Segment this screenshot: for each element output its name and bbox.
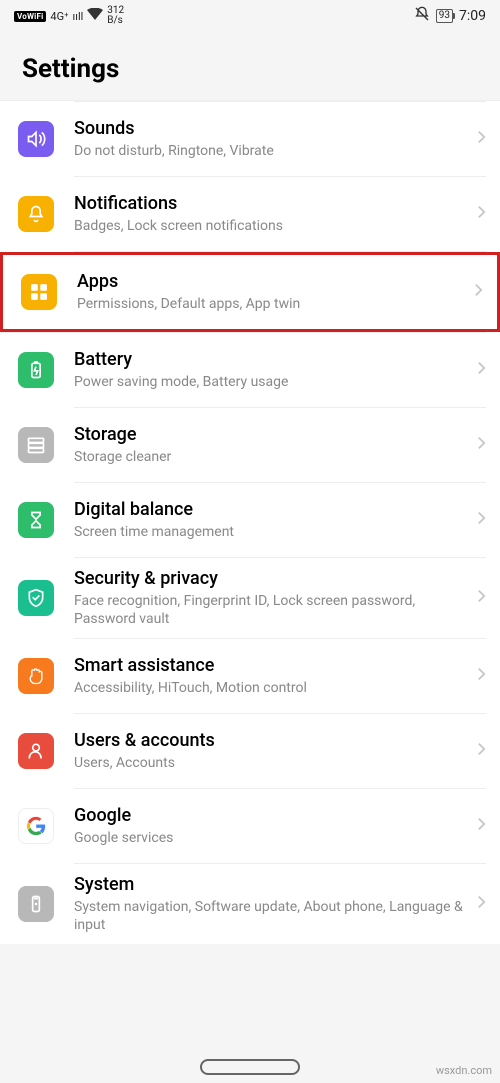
battery-icon — [18, 352, 54, 388]
signal-icon: ııll — [73, 10, 84, 23]
row-title: Apps — [77, 271, 466, 293]
chevron-right-icon — [477, 816, 486, 836]
vowifi-badge: VoWiFi — [14, 11, 46, 22]
row-title: Users & accounts — [74, 730, 469, 752]
row-text: Security & privacy Face recognition, Fin… — [74, 568, 477, 628]
clock: 7:09 — [459, 8, 486, 24]
row-text: Google Google services — [74, 805, 477, 847]
row-subtitle: Do not disturb, Ringtone, Vibrate — [74, 142, 469, 160]
nav-pill-icon[interactable] — [200, 1059, 300, 1075]
settings-row-users[interactable]: Users & accounts Users, Accounts — [0, 714, 500, 788]
row-title: System — [74, 874, 469, 896]
row-text: Apps Permissions, Default apps, App twin — [77, 271, 474, 313]
chevron-right-icon — [477, 588, 486, 608]
settings-row-notifications[interactable]: Notifications Badges, Lock screen notifi… — [0, 177, 500, 251]
row-title: Security & privacy — [74, 568, 469, 590]
row-title: Google — [74, 805, 469, 827]
row-title: Smart assistance — [74, 655, 469, 677]
chevron-right-icon — [474, 282, 483, 302]
row-text: Battery Power saving mode, Battery usage — [74, 349, 477, 391]
chevron-right-icon — [477, 894, 486, 914]
row-subtitle: Storage cleaner — [74, 448, 469, 466]
row-subtitle: Power saving mode, Battery usage — [74, 373, 469, 391]
chevron-right-icon — [477, 435, 486, 455]
watermark: wsxdn.com — [436, 1064, 492, 1077]
row-subtitle: Permissions, Default apps, App twin — [77, 295, 466, 313]
network-type: 4G⁺ — [50, 10, 68, 23]
storage-icon — [18, 427, 54, 463]
page-title: Settings — [0, 32, 500, 101]
chevron-right-icon — [477, 666, 486, 686]
hourglass-icon — [18, 502, 54, 538]
chevron-right-icon — [477, 129, 486, 149]
settings-row-system[interactable]: System System navigation, Software updat… — [0, 864, 500, 944]
row-subtitle: Screen time management — [74, 523, 469, 541]
settings-row-security[interactable]: Security & privacy Face recognition, Fin… — [0, 558, 500, 638]
sound-icon — [18, 121, 54, 157]
row-title: Digital balance — [74, 499, 469, 521]
net-speed: 312B/s — [107, 6, 124, 26]
row-title: Sounds — [74, 118, 469, 140]
settings-row-google[interactable]: Google Google services — [0, 789, 500, 863]
settings-row-apps[interactable]: Apps Permissions, Default apps, App twin — [3, 255, 497, 329]
row-subtitle: Google services — [74, 829, 469, 847]
row-subtitle: Accessibility, HiTouch, Motion control — [74, 679, 469, 697]
row-text: Users & accounts Users, Accounts — [74, 730, 477, 772]
row-text: System System navigation, Software updat… — [74, 874, 477, 934]
row-title: Notifications — [74, 193, 469, 215]
chevron-right-icon — [477, 510, 486, 530]
row-text: Smart assistance Accessibility, HiTouch,… — [74, 655, 477, 697]
settings-row-storage[interactable]: Storage Storage cleaner — [0, 408, 500, 482]
status-right: 93 7:09 — [414, 6, 486, 26]
user-icon — [18, 733, 54, 769]
highlighted-row: Apps Permissions, Default apps, App twin — [0, 252, 500, 332]
settings-list: Sounds Do not disturb, Ringtone, Vibrate… — [0, 101, 500, 944]
settings-row-smart-assistance[interactable]: Smart assistance Accessibility, HiTouch,… — [0, 639, 500, 713]
row-subtitle: Users, Accounts — [74, 754, 469, 772]
settings-row-sounds[interactable]: Sounds Do not disturb, Ringtone, Vibrate — [0, 102, 500, 176]
chevron-right-icon — [477, 204, 486, 224]
row-text: Sounds Do not disturb, Ringtone, Vibrate — [74, 118, 477, 160]
row-title: Storage — [74, 424, 469, 446]
mute-icon — [414, 6, 430, 26]
settings-row-digital-balance[interactable]: Digital balance Screen time management — [0, 483, 500, 557]
row-text: Digital balance Screen time management — [74, 499, 477, 541]
status-left: VoWiFi 4G⁺ ııll 312B/s — [14, 6, 124, 26]
bell-icon — [18, 196, 54, 232]
shield-icon — [18, 580, 54, 616]
settings-row-battery[interactable]: Battery Power saving mode, Battery usage — [0, 333, 500, 407]
google-icon — [18, 808, 54, 844]
row-subtitle: Badges, Lock screen notifications — [74, 217, 469, 235]
navigation-bar — [0, 1059, 500, 1075]
status-bar: VoWiFi 4G⁺ ııll 312B/s 93 7:09 — [0, 0, 500, 32]
chevron-right-icon — [477, 741, 486, 761]
battery-level: 93 — [436, 9, 453, 23]
row-text: Storage Storage cleaner — [74, 424, 477, 466]
wifi-icon — [87, 8, 103, 24]
row-text: Notifications Badges, Lock screen notifi… — [74, 193, 477, 235]
row-subtitle: Face recognition, Fingerprint ID, Lock s… — [74, 592, 469, 628]
chevron-right-icon — [477, 360, 486, 380]
row-subtitle: System navigation, Software update, Abou… — [74, 898, 469, 934]
apps-icon — [21, 274, 57, 310]
system-icon — [18, 886, 54, 922]
hand-icon — [18, 658, 54, 694]
row-title: Battery — [74, 349, 469, 371]
